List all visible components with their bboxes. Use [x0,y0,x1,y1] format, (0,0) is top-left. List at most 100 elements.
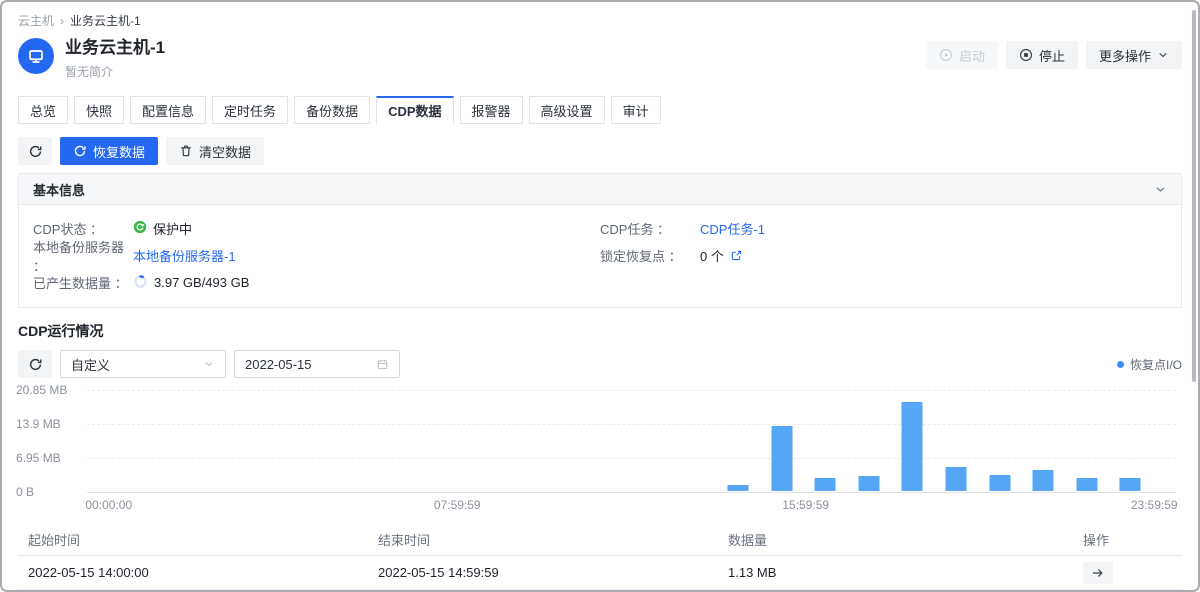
page-title: 业务云主机-1 [65,38,165,58]
tab-backup-data[interactable]: 备份数据 [294,96,370,124]
vm-detail-page: 云主机 › 业务云主机-1 业务云主机-1 暂无简介 启动 [0,0,1200,592]
basic-info-title: 基本信息 [33,180,85,199]
legend-dot-icon [1117,361,1124,368]
chevron-down-icon [1157,49,1169,61]
cdp-run-section-title: CDP运行情况 [2,321,1198,341]
protected-status-icon [133,220,147,237]
chart-y-axis: 20.85 MB13.9 MB6.95 MB0 B [16,390,82,492]
recovery-points-table: 起始时间结束时间数据量操作 2022-05-15 14:00:002022-05… [18,524,1182,592]
page-header: 业务云主机-1 暂无简介 启动 停止 更多操作 [2,38,1198,80]
gridline [87,390,1176,391]
chevron-down-icon [203,358,215,370]
backup-server-label: 本地备份服务器 ： [33,237,133,275]
clear-data-button[interactable]: 清空数据 [166,137,264,165]
vertical-scrollbar[interactable] [1192,10,1196,382]
x-axis-tick-label: 07:59:59 [434,498,481,512]
table-header-cell: 操作 [1083,530,1172,549]
basic-info-panel-header[interactable]: 基本信息 [19,174,1181,205]
page-subtitle: 暂无简介 [65,63,165,80]
data-volume-value: 3.97 GB/493 GB [154,275,249,290]
chart-bar [728,485,749,491]
start-button-label: 启动 [959,46,985,65]
chart-x-axis: 00:00:00 07:59:59 15:59:59 23:59:59 [87,496,1176,512]
tab-snapshots[interactable]: 快照 [74,96,124,124]
y-axis-tick-label: 20.85 MB [16,383,67,397]
date-picker[interactable]: 2022-05-15 [234,350,400,378]
trash-icon [179,144,193,158]
range-select-value: 自定义 [71,355,110,374]
table-cell-start: 2022-05-15 14:00:00 [28,565,378,580]
usage-donut-icon [133,274,148,292]
more-actions-label: 更多操作 [1099,46,1151,65]
chart-bar [946,467,967,491]
field-backup-server: 本地备份服务器 ： 本地备份服务器-1 [33,242,600,269]
restore-point-arrow-button[interactable] [1083,562,1113,584]
tab-bar: 总览快照配置信息定时任务备份数据CDP数据报警器高级设置审计 [2,96,1198,124]
x-axis-tick-label: 15:59:59 [782,498,829,512]
y-axis-tick-label: 0 B [16,485,34,499]
chart-bar [1120,478,1141,491]
refresh-button[interactable] [18,137,52,165]
field-data-volume: 已产生数据量 ： 3.97 GB/493 GB [33,269,600,296]
cdp-task-label: CDP任务 ： [600,219,700,238]
x-axis-tick-label: 23:59:59 [1131,498,1178,512]
y-axis-tick-label: 6.95 MB [16,451,61,465]
gridline [87,458,1176,459]
locked-points-value: 0 个 [700,246,724,265]
cdp-task-link[interactable]: CDP任务-1 [700,219,765,238]
play-circle-icon [939,48,953,62]
tab-scheduled-tasks[interactable]: 定时任务 [212,96,288,124]
chart-refresh-button[interactable] [18,350,52,378]
chart-bar [815,478,836,491]
table-body: 2022-05-15 14:00:002022-05-15 14:59:591.… [18,556,1182,592]
chart-bar [989,475,1010,491]
tab-advanced-settings[interactable]: 高级设置 [529,96,605,124]
backup-server-link[interactable]: 本地备份服务器-1 [133,246,236,265]
gridline [87,424,1176,425]
cdp-status-value: 保护中 [153,219,192,238]
chart-bar [902,402,923,491]
tab-config-info[interactable]: 配置信息 [130,96,206,124]
tab-audit[interactable]: 审计 [611,96,661,124]
chart-plot-area [87,390,1176,492]
y-axis-tick-label: 13.9 MB [16,417,61,431]
more-actions-button[interactable]: 更多操作 [1086,41,1182,69]
header-actions: 启动 停止 更多操作 [926,41,1182,69]
restore-data-label: 恢复数据 [93,142,145,161]
range-select[interactable]: 自定义 [60,350,226,378]
stop-button[interactable]: 停止 [1006,41,1078,69]
table-header-cell: 数据量 [728,530,1083,549]
stop-button-label: 停止 [1039,46,1065,65]
start-button[interactable]: 启动 [926,41,998,69]
chart-legend[interactable]: 恢复点I/O [1117,356,1182,373]
date-picker-value: 2022-05-15 [245,357,312,372]
data-volume-label: 已产生数据量 ： [33,273,133,292]
tab-alerts[interactable]: 报警器 [460,96,523,124]
x-axis-tick-label: 00:00:00 [85,498,132,512]
cdp-status-label: CDP状态 ： [33,219,133,238]
breadcrumb-separator: › [60,14,64,28]
table-cell-end: 2022-05-15 14:59:59 [378,565,728,580]
table-header-row: 起始时间结束时间数据量操作 [18,524,1182,556]
restore-data-button[interactable]: 恢复数据 [60,137,158,165]
table-cell-actions [1083,562,1172,584]
external-link-icon[interactable] [730,249,743,262]
cdp-toolbar: 恢复数据 清空数据 [2,137,1198,165]
calendar-icon [376,358,389,371]
tab-overview[interactable]: 总览 [18,96,68,124]
table-header-cell: 起始时间 [28,530,378,549]
tab-cdp-data[interactable]: CDP数据 [376,96,453,124]
table-cell-size: 1.13 MB [728,565,1083,580]
field-cdp-task: CDP任务 ： CDP任务-1 [600,215,1167,242]
chart-bar [1076,478,1097,491]
monitor-icon [26,46,46,66]
collapse-chevron-icon[interactable] [1154,183,1167,196]
restore-icon [73,144,87,158]
breadcrumb: 云主机 › 业务云主机-1 [2,2,1198,29]
x-axis-baseline [87,492,1176,493]
basic-info-body: CDP状态 ： 保护中 本地备份服务器 ： 本地备份服务器-1 已产生 [19,205,1181,307]
locked-points-label: 锁定恢复点 ： [600,246,700,265]
basic-info-panel: 基本信息 CDP状态 ： 保护中 本地备份服务器 ： [18,173,1182,308]
chart-bar [1033,470,1054,491]
breadcrumb-root-link[interactable]: 云主机 [18,12,54,29]
